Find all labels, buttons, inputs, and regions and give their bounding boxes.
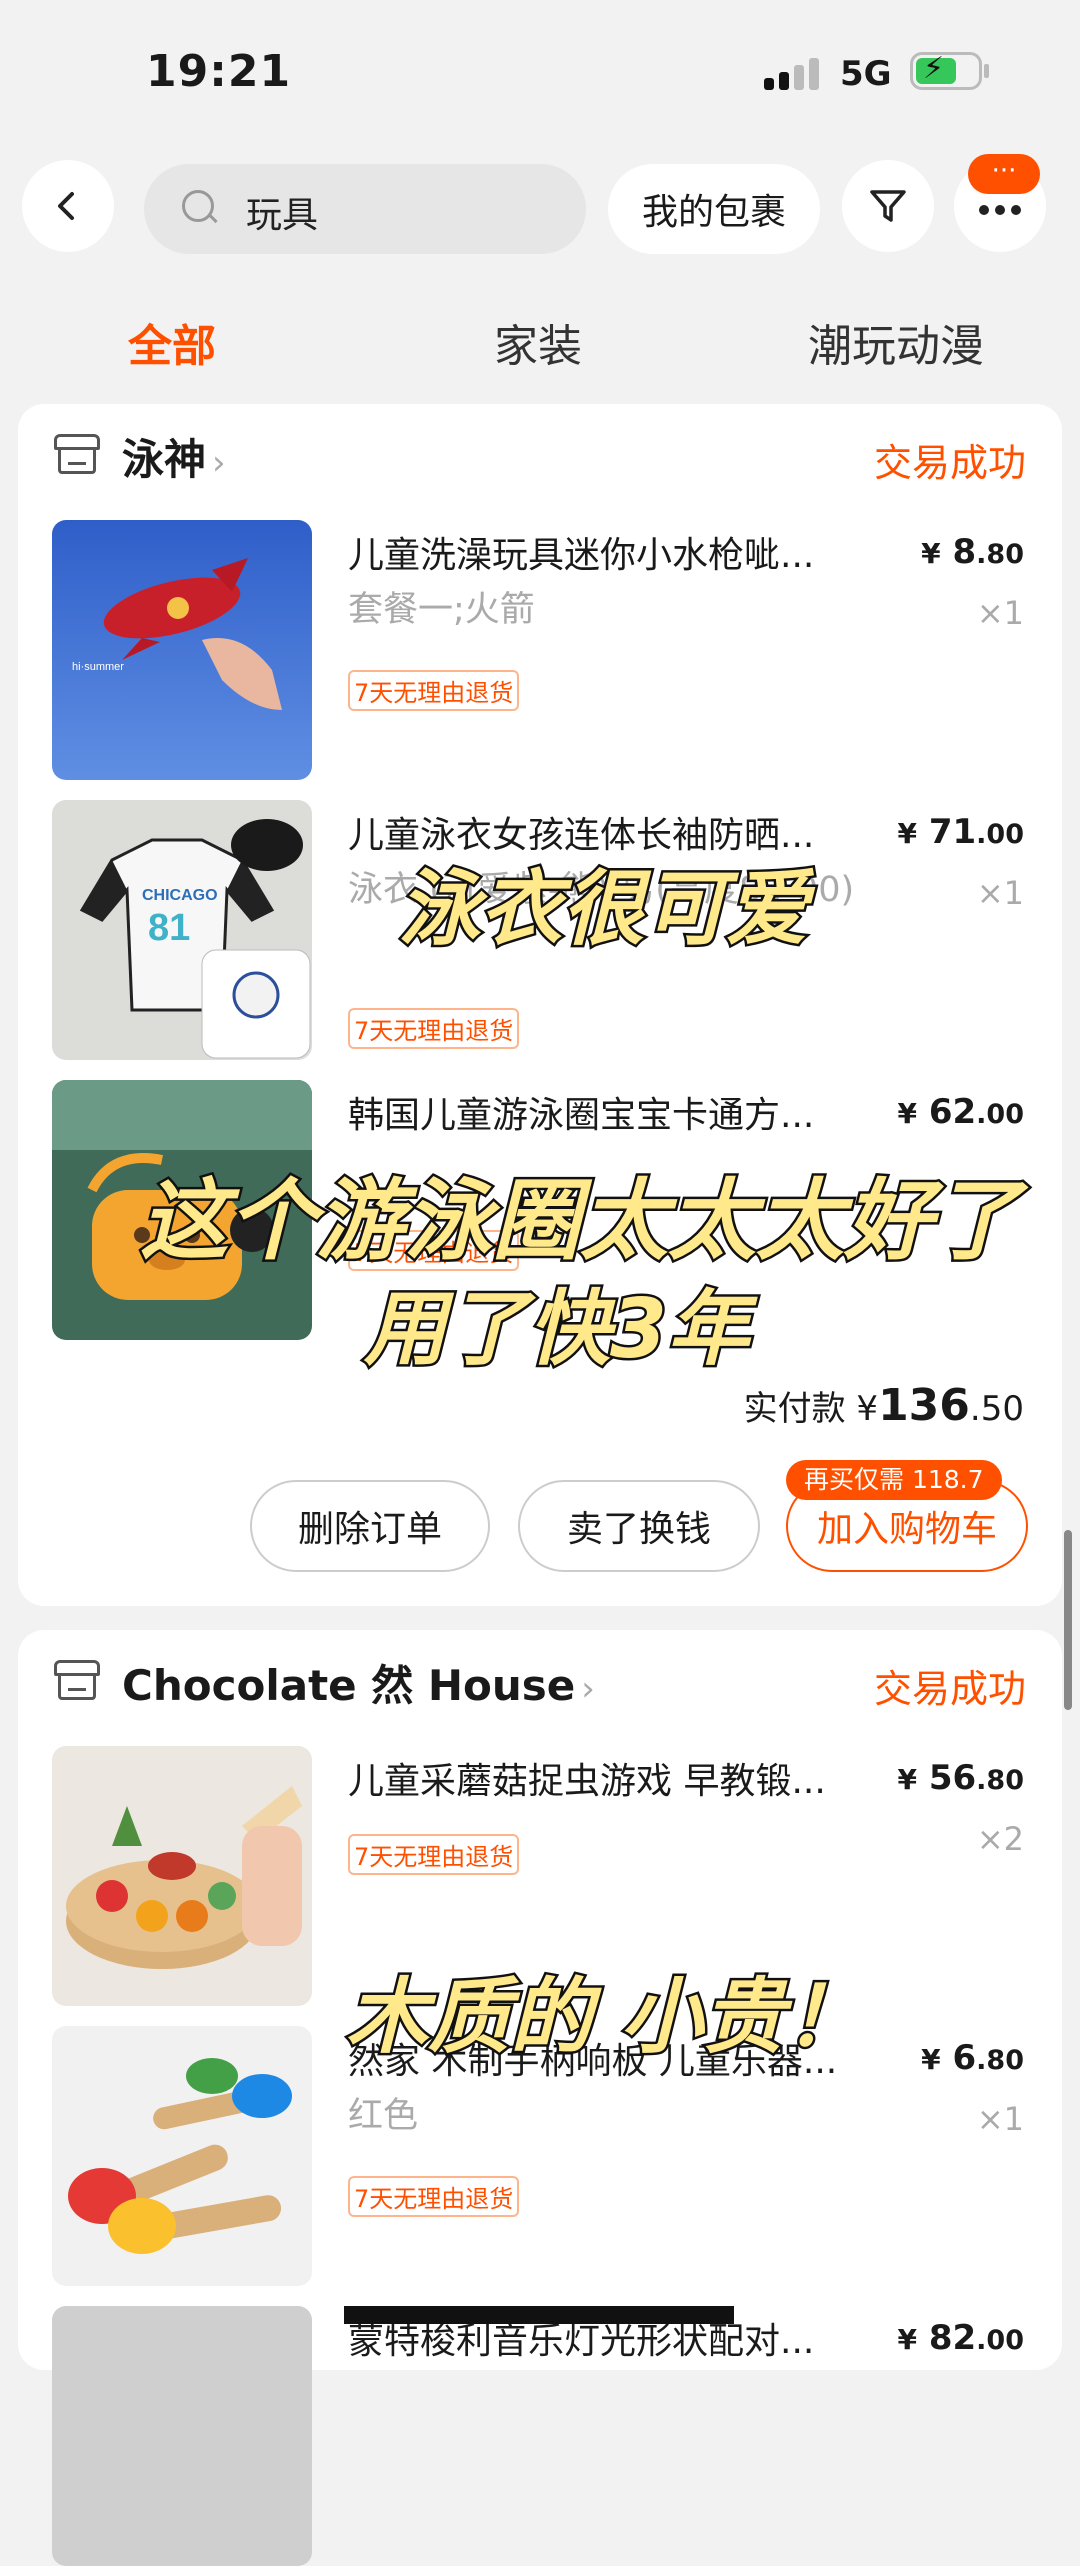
chevron-right-icon: › [581,1669,595,1709]
signal-icon [764,58,820,90]
caption-overlay: 用了快3年 [361,1280,751,1380]
shop-name[interactable]: 泳神 › [122,426,226,487]
back-button[interactable] [22,160,114,252]
tab-toys-anime[interactable]: 潮玩动漫 [808,310,984,374]
caption-overlay: 木质的 小贵！ [344,1968,870,2068]
message-badge: ··· [968,154,1040,194]
order-item[interactable]: hi·summer 儿童洗澡玩具迷你小水枪呲... ¥ 8.80 套餐一;火箭 … [18,520,1062,780]
item-price: ¥ 82.00 [897,2318,1025,2358]
category-tabs: 全部 家装 潮玩动漫 [0,300,1080,380]
refund-tag: 7天无理由退货 [348,2176,520,2217]
order-card[interactable]: 泳神 › 交易成功 hi·summer 儿童洗澡玩具迷你小水枪呲... ¥ 8.8… [18,404,1062,1606]
tab-all[interactable]: 全部 [128,310,216,374]
shop-name[interactable]: Chocolate 然 House › [122,1652,595,1713]
item-title: 儿童采蘑菇捉虫游戏 早教锻... [348,1761,826,1802]
more-icon [979,205,1021,215]
network-type: 5G [840,54,892,94]
product-image: hi·summer [52,520,312,780]
my-packages-button[interactable]: 我的包裹 [608,164,820,254]
svg-text:81: 81 [148,907,190,949]
order-status: 交易成功 [873,1667,1026,1711]
filter-button[interactable] [842,160,934,252]
item-sku: 套餐一;火箭 [348,590,535,630]
filter-icon [870,190,906,222]
battery-icon: ⚡ [910,51,982,90]
item-title: 韩国儿童游泳圈宝宝卡通方... [348,1095,815,1136]
tab-home[interactable]: 家装 [494,310,582,374]
item-price: ¥ 71.00 [897,812,1025,852]
item-qty: ×1 [976,594,1024,632]
caption-overlay: 泳衣很可爱 [396,860,811,960]
back-arrow-icon [58,192,74,220]
delete-order-button[interactable]: 删除订单 [250,1480,490,1572]
svg-text:hi·summer: hi·summer [72,661,124,673]
status-time: 19:21 [146,46,292,97]
chevron-right-icon: › [212,443,226,483]
refund-tag: 7天无理由退货 [348,670,520,711]
item-qty: ×1 [976,874,1024,912]
item-sku: 红色 [348,2096,419,2136]
shop-icon [54,1660,100,1700]
product-image [52,1746,312,2006]
item-price: ¥ 62.00 [897,1092,1025,1132]
top-bar: 玩具 我的包裹 ··· [0,154,1080,260]
refund-tag: 7天无理由退货 [348,1834,520,1875]
status-bar: 19:21 5G ⚡ [0,0,1080,150]
caption-overlay: 这个游泳圈太太太好了 [137,1167,1022,1275]
search-box[interactable]: 玩具 [144,164,586,254]
search-icon [182,190,214,222]
item-qty: ×2 [976,1820,1024,1858]
resell-button[interactable]: 卖了换钱 [518,1480,760,1572]
refund-tag: 7天无理由退货 [348,1008,520,1049]
item-price: ¥ 56.80 [897,1758,1025,1798]
product-image [52,2026,312,2286]
order-item[interactable]: 蒙特梭利音乐灯光形状配对... ¥ 82.00 [18,2306,1062,2566]
redaction-bar [344,2306,734,2324]
product-image [52,2306,312,2566]
item-qty: ×1 [976,2100,1024,2138]
search-query: 玩具 [246,195,319,236]
item-price: ¥ 6.80 [921,2038,1024,2078]
svg-text:CHICAGO: CHICAGO [142,887,218,904]
shop-icon [54,434,100,474]
item-title: 儿童洗澡玩具迷你小水枪呲... [348,535,815,576]
scrollbar[interactable] [1064,1530,1072,1710]
rebuy-price-tag: 再买仅需 118.7 [786,1460,1002,1500]
order-total: 实付款 ¥136.50 [743,1380,1024,1431]
product-image: CHICAGO 81 [52,800,312,1060]
item-price: ¥ 8.80 [921,532,1024,572]
order-status: 交易成功 [873,441,1026,485]
